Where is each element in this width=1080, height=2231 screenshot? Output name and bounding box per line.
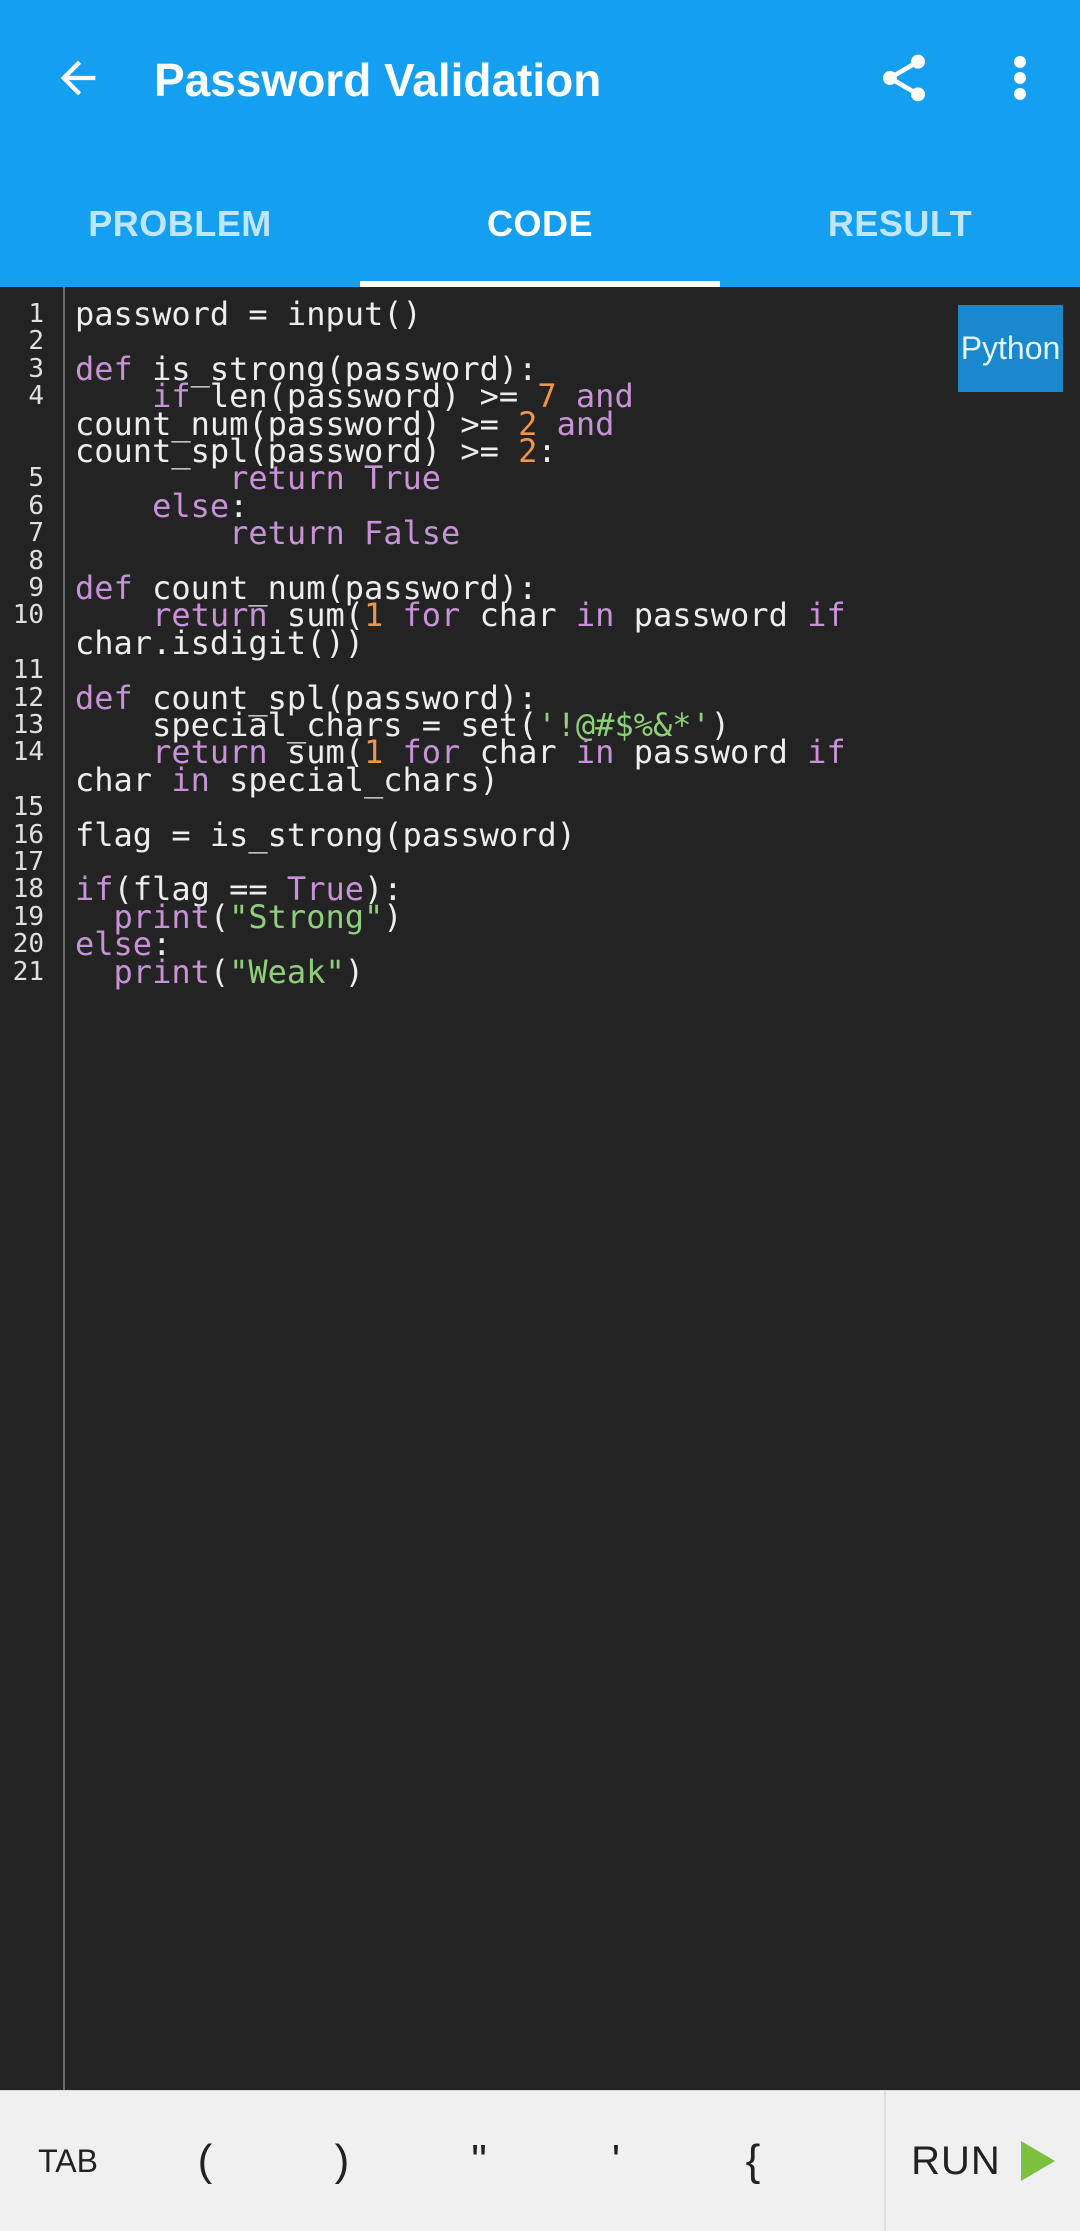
code-token: : xyxy=(537,432,557,470)
double-quote-key[interactable]: " xyxy=(444,2091,514,2231)
key-toolbar: TAB ( ) " ' { RUN xyxy=(0,2090,1080,2231)
code-number: 1 xyxy=(363,596,384,635)
code-token: flag = is_strong(password) xyxy=(75,815,576,854)
code-text: return False xyxy=(75,514,460,553)
code-text: char in special_chars) xyxy=(75,761,499,800)
tab-code[interactable]: CODE xyxy=(360,160,720,287)
tab-key[interactable]: TAB xyxy=(20,2091,116,2231)
code-token: char xyxy=(75,760,172,799)
code-token: ) xyxy=(344,952,364,991)
code-text: password = input() xyxy=(75,295,422,334)
code-keyword: in xyxy=(171,760,210,799)
code-keyword: if xyxy=(807,596,846,635)
run-button[interactable]: RUN xyxy=(886,2091,1080,2231)
code-number: 2 xyxy=(518,432,538,470)
code-token: password = input() xyxy=(75,295,422,333)
tab-bar: PROBLEM CODE RESULT xyxy=(0,160,1080,287)
code-token: ( xyxy=(209,897,230,936)
code-keyword: print xyxy=(113,952,210,991)
play-icon xyxy=(1020,2141,1055,2181)
share-button[interactable] xyxy=(866,40,942,116)
line-number: 4 xyxy=(28,381,44,412)
code-keyword: in xyxy=(575,733,615,772)
open-brace-key[interactable]: { xyxy=(718,2091,788,2231)
code-keyword: if xyxy=(807,733,846,772)
code-editor[interactable]: 1 password = input() 2 3 def is_strong(passw… xyxy=(0,287,1080,2090)
code-keyword: in xyxy=(575,596,615,635)
language-badge[interactable]: Python xyxy=(958,305,1063,392)
back-button[interactable] xyxy=(40,40,116,116)
code-token: ) xyxy=(383,897,403,936)
single-quote-key[interactable]: ' xyxy=(581,2091,651,2231)
share-icon xyxy=(883,54,925,102)
code-token: char xyxy=(460,596,576,635)
line-number: 10 xyxy=(12,600,44,631)
more-vert-icon xyxy=(1014,56,1026,100)
code-keyword: for xyxy=(402,596,461,635)
app-bar: Password Validation PROBLEM CODE RESULT xyxy=(0,0,1080,287)
code-keyword: return xyxy=(229,514,345,553)
code-keyword: True xyxy=(363,459,442,498)
run-label: RUN xyxy=(911,2138,1001,2183)
code-token: ( xyxy=(209,952,230,991)
app-bar-top-row: Password Validation xyxy=(0,0,1080,160)
code-token: char.isdigit()) xyxy=(75,623,364,662)
gutter-divider xyxy=(63,287,65,2090)
close-paren-key[interactable]: ) xyxy=(307,2091,377,2231)
code-string: "Weak" xyxy=(229,952,345,991)
tab-result[interactable]: RESULT xyxy=(720,160,1080,287)
code-text: print("Weak") xyxy=(75,953,364,992)
code-token: password xyxy=(614,596,808,635)
line-number: 21 xyxy=(12,956,44,987)
code-string: "Strong" xyxy=(229,897,384,936)
code-token: password xyxy=(614,733,808,772)
more-options-button[interactable] xyxy=(990,40,1050,116)
open-paren-key[interactable]: ( xyxy=(170,2091,240,2231)
code-keyword: and xyxy=(556,404,615,443)
line-number: 14 xyxy=(12,737,44,768)
code-token: special_chars) xyxy=(209,760,499,799)
code-keyword: False xyxy=(363,514,461,553)
back-arrow-icon xyxy=(60,60,96,96)
page-title: Password Validation xyxy=(154,54,602,106)
code-text: char.isdigit()) xyxy=(75,624,364,663)
tab-problem[interactable]: PROBLEM xyxy=(0,160,360,287)
code-text: flag = is_strong(password) xyxy=(75,816,576,855)
